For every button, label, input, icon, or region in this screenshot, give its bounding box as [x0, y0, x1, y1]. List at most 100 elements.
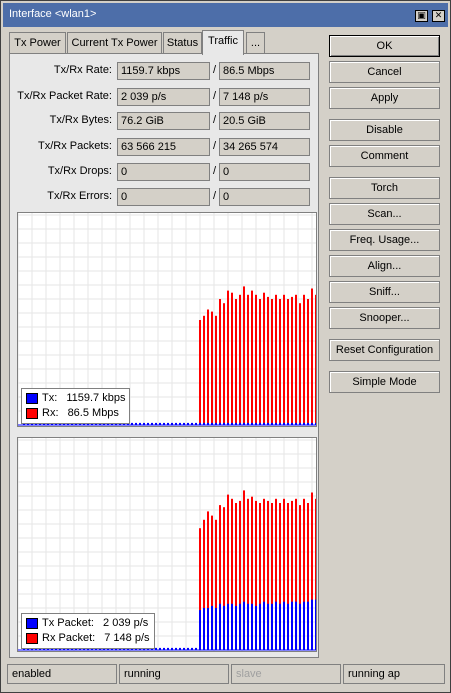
tx-packets-value: 63 566 215 — [117, 138, 210, 156]
title-bar[interactable]: Interface <wlan1> ▣ ✕ — [3, 3, 448, 27]
tx-drops-value: 0 — [117, 163, 210, 181]
legend-label: Tx: — [42, 392, 58, 404]
window-title: Interface <wlan1> — [9, 8, 97, 20]
rx-bar — [299, 303, 301, 425]
tx-bar — [303, 601, 305, 650]
tx-bar — [295, 601, 297, 650]
tx-bar — [243, 601, 245, 650]
rx-bar — [267, 296, 269, 425]
status-running: running — [119, 664, 229, 684]
legend-item-rx: Rx: 86.5 Mbps — [26, 406, 125, 421]
tx-bar — [307, 601, 309, 650]
tx-bar — [199, 610, 201, 650]
tx-bar — [247, 603, 249, 650]
tab-more[interactable]: ... — [246, 32, 265, 54]
tab-current-tx-power[interactable]: Current Tx Power — [67, 32, 162, 54]
tx-bar — [259, 603, 261, 650]
tx-bar — [211, 605, 213, 650]
rx-errors-value: 0 — [219, 188, 310, 206]
tx-bar — [315, 599, 316, 650]
rx-packets-value: 34 265 574 — [219, 138, 310, 156]
rx-bar — [239, 294, 241, 425]
rate-legend: Tx: 1159.7 kbps Rx: 86.5 Mbps — [21, 388, 131, 424]
rx-bar — [247, 294, 249, 425]
tx-bar — [287, 603, 289, 650]
tx-bar — [275, 601, 277, 650]
tx-packet-rate-value: 2 039 p/s — [117, 88, 210, 106]
freq-usage-button[interactable]: Freq. Usage... — [329, 229, 440, 251]
sniff-button[interactable]: Sniff... — [329, 281, 440, 303]
reset-configuration-button[interactable]: Reset Configuration — [329, 339, 440, 361]
stat-row-packet-rate: Tx/Rx Packet Rate: 2 039 p/s / 7 148 p/s — [10, 88, 320, 106]
separator: / — [213, 190, 217, 202]
tx-bar — [231, 603, 233, 650]
legend-item-tx-packet: Tx Packet: 2 039 p/s — [26, 616, 150, 631]
tab-tx-power[interactable]: Tx Power — [9, 32, 66, 54]
simple-mode-button[interactable]: Simple Mode — [329, 371, 440, 393]
tx-bar — [235, 605, 237, 650]
tx-bar — [267, 603, 269, 650]
tx-rate-value: 1159.7 kbps — [117, 62, 210, 80]
rx-bar — [275, 294, 277, 425]
tx-bar — [251, 603, 253, 650]
scan-button[interactable]: Scan... — [329, 203, 440, 225]
status-bar: enabled running slave running ap — [7, 664, 445, 684]
stat-label: Tx/Rx Packets: — [38, 140, 112, 152]
tx-bar — [203, 608, 205, 650]
packet-rate-graph: Tx Packet: 2 039 p/s Rx Packet: 7 148 p/… — [17, 437, 317, 652]
align-button[interactable]: Align... — [329, 255, 440, 277]
maximize-icon[interactable]: ▣ — [415, 10, 428, 22]
close-icon[interactable]: ✕ — [432, 10, 445, 22]
rx-bar — [219, 299, 221, 425]
legend-value: 2 039 p/s — [103, 617, 149, 629]
tx-bar — [239, 603, 241, 650]
stat-row-drops: Tx/Rx Drops: 0 / 0 — [10, 163, 320, 181]
rx-bar — [303, 294, 305, 425]
stat-label: Tx/Rx Packet Rate: — [17, 90, 112, 102]
tx-bar — [215, 608, 217, 650]
rx-bar — [211, 311, 213, 425]
ok-button[interactable]: OK — [329, 35, 440, 57]
rx-bar — [283, 294, 285, 425]
tx-bar — [271, 603, 273, 650]
tab-traffic[interactable]: Traffic — [202, 30, 244, 55]
rx-bar — [295, 294, 297, 425]
rx-bar — [263, 292, 265, 425]
torch-button[interactable]: Torch — [329, 177, 440, 199]
traffic-panel: Tx/Rx Rate: 1159.7 kbps / 86.5 Mbps Tx/R… — [9, 53, 319, 658]
tx-bar — [291, 601, 293, 650]
legend-label: Rx: — [42, 407, 59, 419]
tx-bytes-value: 76.2 GiB — [117, 112, 210, 130]
traffic-rate-graph: Tx: 1159.7 kbps Rx: 86.5 Mbps — [17, 212, 317, 427]
rx-bar — [207, 309, 209, 425]
rx-bar — [271, 299, 273, 425]
stat-label: Tx/Rx Errors: — [47, 190, 112, 202]
stat-row-rate: Tx/Rx Rate: 1159.7 kbps / 86.5 Mbps — [10, 62, 320, 80]
rx-bar — [279, 299, 281, 425]
rx-bar — [307, 299, 309, 425]
rx-bar — [223, 303, 225, 425]
disable-button[interactable]: Disable — [329, 119, 440, 141]
rx-drops-value: 0 — [219, 163, 310, 181]
tx-bar — [207, 608, 209, 650]
rx-bar — [203, 315, 205, 425]
rx-bar — [251, 290, 253, 425]
legend-item-tx: Tx: 1159.7 kbps — [26, 391, 125, 406]
rx-bar — [315, 294, 316, 425]
separator: / — [213, 140, 217, 152]
packet-legend: Tx Packet: 2 039 p/s Rx Packet: 7 148 p/… — [21, 613, 155, 649]
apply-button[interactable]: Apply — [329, 87, 440, 109]
rx-bar — [291, 296, 293, 425]
tx-bar — [219, 603, 221, 650]
rx-swatch — [26, 408, 38, 419]
comment-button[interactable]: Comment — [329, 145, 440, 167]
tab-status[interactable]: Status — [163, 32, 202, 54]
stat-row-packets: Tx/Rx Packets: 63 566 215 / 34 265 574 — [10, 138, 320, 156]
snooper-button[interactable]: Snooper... — [329, 307, 440, 329]
tx-bar — [299, 603, 301, 650]
rx-bar — [259, 299, 261, 425]
rx-bar — [255, 294, 257, 425]
tx-bar — [263, 601, 265, 650]
cancel-button[interactable]: Cancel — [329, 61, 440, 83]
legend-value: 7 148 p/s — [104, 632, 150, 644]
